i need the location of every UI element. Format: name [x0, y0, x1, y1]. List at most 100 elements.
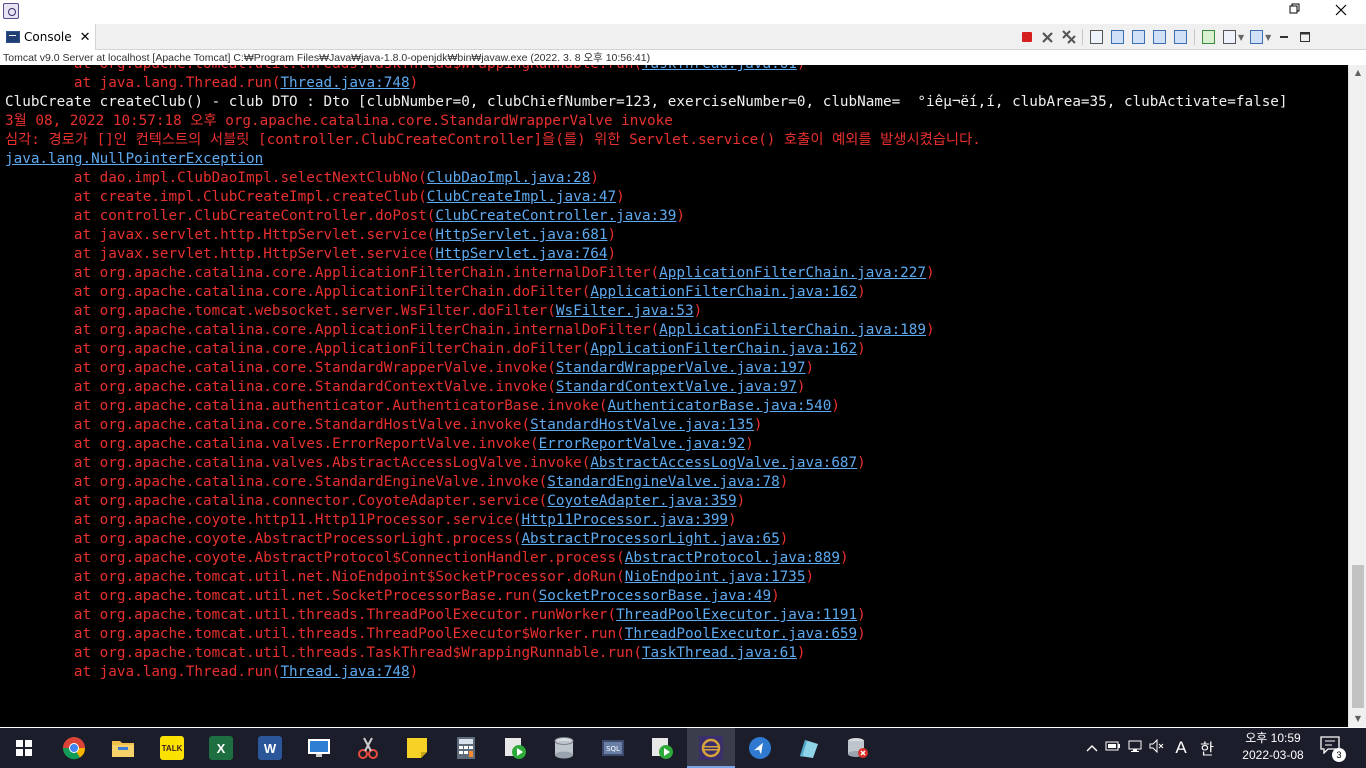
file-explorer-icon: [112, 741, 134, 757]
stacktrace-source-link[interactable]: java.lang.NullPointerException: [5, 151, 263, 167]
restore-button[interactable]: [1272, 0, 1318, 24]
stacktrace-source-link[interactable]: StandardWrapperValve.java:197: [556, 360, 806, 376]
console-line-text: at org.apache.catalina.connector.CoyoteA…: [5, 493, 548, 509]
tab-console[interactable]: Console ✕: [0, 24, 96, 50]
window-title-bar: [0, 0, 1366, 24]
console-line: at org.apache.tomcat.util.threads.Thread…: [5, 606, 1288, 625]
stacktrace-source-link[interactable]: AuthenticatorBase.java:540: [608, 398, 832, 414]
volume-muted-icon[interactable]: [1146, 738, 1168, 757]
stacktrace-source-link[interactable]: StandardEngineValve.java:78: [547, 474, 779, 490]
taskbar-app-eclipse-ee[interactable]: [687, 728, 735, 768]
console-line-text: at org.apache.coyote.AbstractProtocol$Co…: [5, 550, 625, 566]
show-stderr-button[interactable]: [1173, 29, 1189, 45]
remove-launch-button[interactable]: [1040, 29, 1056, 45]
stacktrace-source-link[interactable]: Thread.java:748: [280, 664, 409, 680]
scroll-down-icon[interactable]: ▼: [1349, 711, 1366, 727]
scrollbar-thumb[interactable]: [1352, 565, 1364, 708]
stacktrace-source-link[interactable]: SocketProcessorBase.java:49: [539, 588, 771, 604]
scroll-up-icon[interactable]: ▲: [1349, 65, 1366, 81]
stacktrace-source-link[interactable]: ApplicationFilterChain.java:189: [659, 322, 926, 338]
stacktrace-source-link[interactable]: ClubDaoImpl.java:28: [427, 170, 591, 186]
console-line-text: at controller.ClubCreateController.doPos…: [5, 208, 436, 224]
stacktrace-source-link[interactable]: HttpServlet.java:681: [435, 227, 607, 243]
taskbar-app-kakaotalk[interactable]: TALK: [148, 728, 196, 768]
open-console-dropdown-icon[interactable]: ▼: [1265, 33, 1271, 42]
minimize-view-button[interactable]: [1276, 29, 1292, 45]
clear-console-button[interactable]: [1089, 29, 1105, 45]
taskbar-app-media-player-2[interactable]: [638, 728, 686, 768]
stacktrace-source-link[interactable]: ThreadPoolExecutor.java:1191: [616, 607, 857, 623]
stacktrace-source-link[interactable]: ClubCreateImpl.java:47: [427, 189, 616, 205]
taskbar-app-arrow[interactable]: [736, 728, 784, 768]
console-line: at org.apache.catalina.core.StandardEngi…: [5, 473, 1288, 492]
console-line: at org.apache.tomcat.util.threads.TaskTh…: [5, 644, 1288, 663]
eclipse-app-icon[interactable]: [3, 3, 19, 19]
stacktrace-source-link[interactable]: StandardContextValve.java:97: [556, 379, 797, 395]
power-icon[interactable]: [1102, 740, 1124, 756]
terminate-button[interactable]: [1019, 29, 1035, 45]
taskbar-app-notepad[interactable]: [785, 728, 833, 768]
taskbar-app-word[interactable]: W: [246, 728, 294, 768]
stacktrace-source-link[interactable]: WsFilter.java:53: [556, 303, 694, 319]
stacktrace-source-link[interactable]: ThreadPoolExecutor.java:659: [625, 626, 857, 642]
stacktrace-source-link[interactable]: ApplicationFilterChain.java:162: [590, 284, 857, 300]
console-line: at org.apache.catalina.core.ApplicationF…: [5, 283, 1288, 302]
remove-launch-icon: [1042, 31, 1053, 43]
display-console-dropdown-icon[interactable]: ▼: [1238, 33, 1244, 42]
notification-center-button[interactable]: 3: [1320, 736, 1346, 762]
taskbar-app-file-explorer[interactable]: [99, 728, 147, 768]
stacktrace-source-link[interactable]: HttpServlet.java:764: [435, 246, 607, 262]
taskbar-app-sticky-notes[interactable]: [393, 728, 441, 768]
database-icon: [554, 737, 574, 759]
tab-close-icon[interactable]: ✕: [80, 30, 91, 45]
taskbar-app-snipping-tool[interactable]: [344, 728, 392, 768]
open-console-button[interactable]: [1249, 29, 1265, 45]
console-output[interactable]: at org.apache.tomcat.util.threads.TaskTh…: [0, 65, 1348, 727]
stacktrace-source-link[interactable]: Http11Processor.java:399: [521, 512, 728, 528]
stacktrace-source-link[interactable]: Thread.java:748: [280, 75, 409, 91]
stacktrace-source-link[interactable]: ApplicationFilterChain.java:227: [659, 265, 926, 281]
stacktrace-source-link[interactable]: TaskThread.java:61: [642, 645, 797, 661]
taskbar-app-database-error[interactable]: [834, 728, 882, 768]
scroll-lock-button[interactable]: [1110, 29, 1126, 45]
word-wrap-button[interactable]: [1131, 29, 1147, 45]
console-line: at org.apache.tomcat.util.threads.TaskTh…: [5, 65, 1288, 74]
pin-console-button[interactable]: [1201, 29, 1217, 45]
stacktrace-source-link[interactable]: ErrorReportValve.java:92: [539, 436, 746, 452]
stacktrace-source-link[interactable]: TaskThread.java:61: [642, 65, 797, 72]
network-icon[interactable]: [1124, 739, 1146, 757]
stacktrace-source-link[interactable]: NioEndpoint.java:1735: [625, 569, 806, 585]
taskbar-app-calculator[interactable]: [442, 728, 490, 768]
arrow-app-icon: [749, 737, 771, 759]
show-hidden-icons-icon[interactable]: [1082, 741, 1102, 756]
start-button[interactable]: [0, 728, 48, 768]
remove-all-terminated-button[interactable]: [1061, 29, 1077, 45]
stacktrace-source-link[interactable]: ClubCreateController.java:39: [435, 208, 676, 224]
sticky-notes-icon: [407, 738, 427, 758]
stacktrace-source-link[interactable]: StandardHostValve.java:135: [530, 417, 754, 433]
stacktrace-source-link[interactable]: AbstractProtocol.java:889: [625, 550, 840, 566]
console-line-suffix: ): [796, 379, 806, 395]
ime-mode-indicator[interactable]: 한: [1194, 738, 1220, 759]
close-window-button[interactable]: [1318, 0, 1364, 24]
stacktrace-source-link[interactable]: CoyoteAdapter.java:359: [547, 493, 736, 509]
taskbar-app-database[interactable]: [540, 728, 588, 768]
taskbar-clock[interactable]: 오후 10:59 2022-03-08: [1232, 730, 1314, 764]
console-line: at javax.servlet.http.HttpServlet.servic…: [5, 226, 1288, 245]
stacktrace-source-link[interactable]: ApplicationFilterChain.java:162: [590, 341, 857, 357]
console-line: at javax.servlet.http.HttpServlet.servic…: [5, 245, 1288, 264]
console-scrollbar[interactable]: ▲ ▼: [1348, 65, 1366, 727]
show-stdout-button[interactable]: [1152, 29, 1168, 45]
display-console-button[interactable]: [1222, 29, 1238, 45]
taskbar-app-excel[interactable]: X: [197, 728, 245, 768]
console-line-text: at org.apache.coyote.AbstractProcessorLi…: [5, 531, 522, 547]
maximize-view-button[interactable]: [1297, 29, 1313, 45]
console-line-text: at org.apache.tomcat.websocket.server.Ws…: [5, 303, 556, 319]
taskbar-app-media-player[interactable]: [491, 728, 539, 768]
stacktrace-source-link[interactable]: AbstractProcessorLight.java:65: [521, 531, 779, 547]
ime-letter-indicator[interactable]: A: [1168, 738, 1194, 758]
taskbar-app-terminal[interactable]: SQL: [589, 728, 637, 768]
stacktrace-source-link[interactable]: AbstractAccessLogValve.java:687: [590, 455, 857, 471]
taskbar-app-remote-desktop[interactable]: [295, 728, 343, 768]
taskbar-app-chrome[interactable]: [50, 728, 98, 768]
